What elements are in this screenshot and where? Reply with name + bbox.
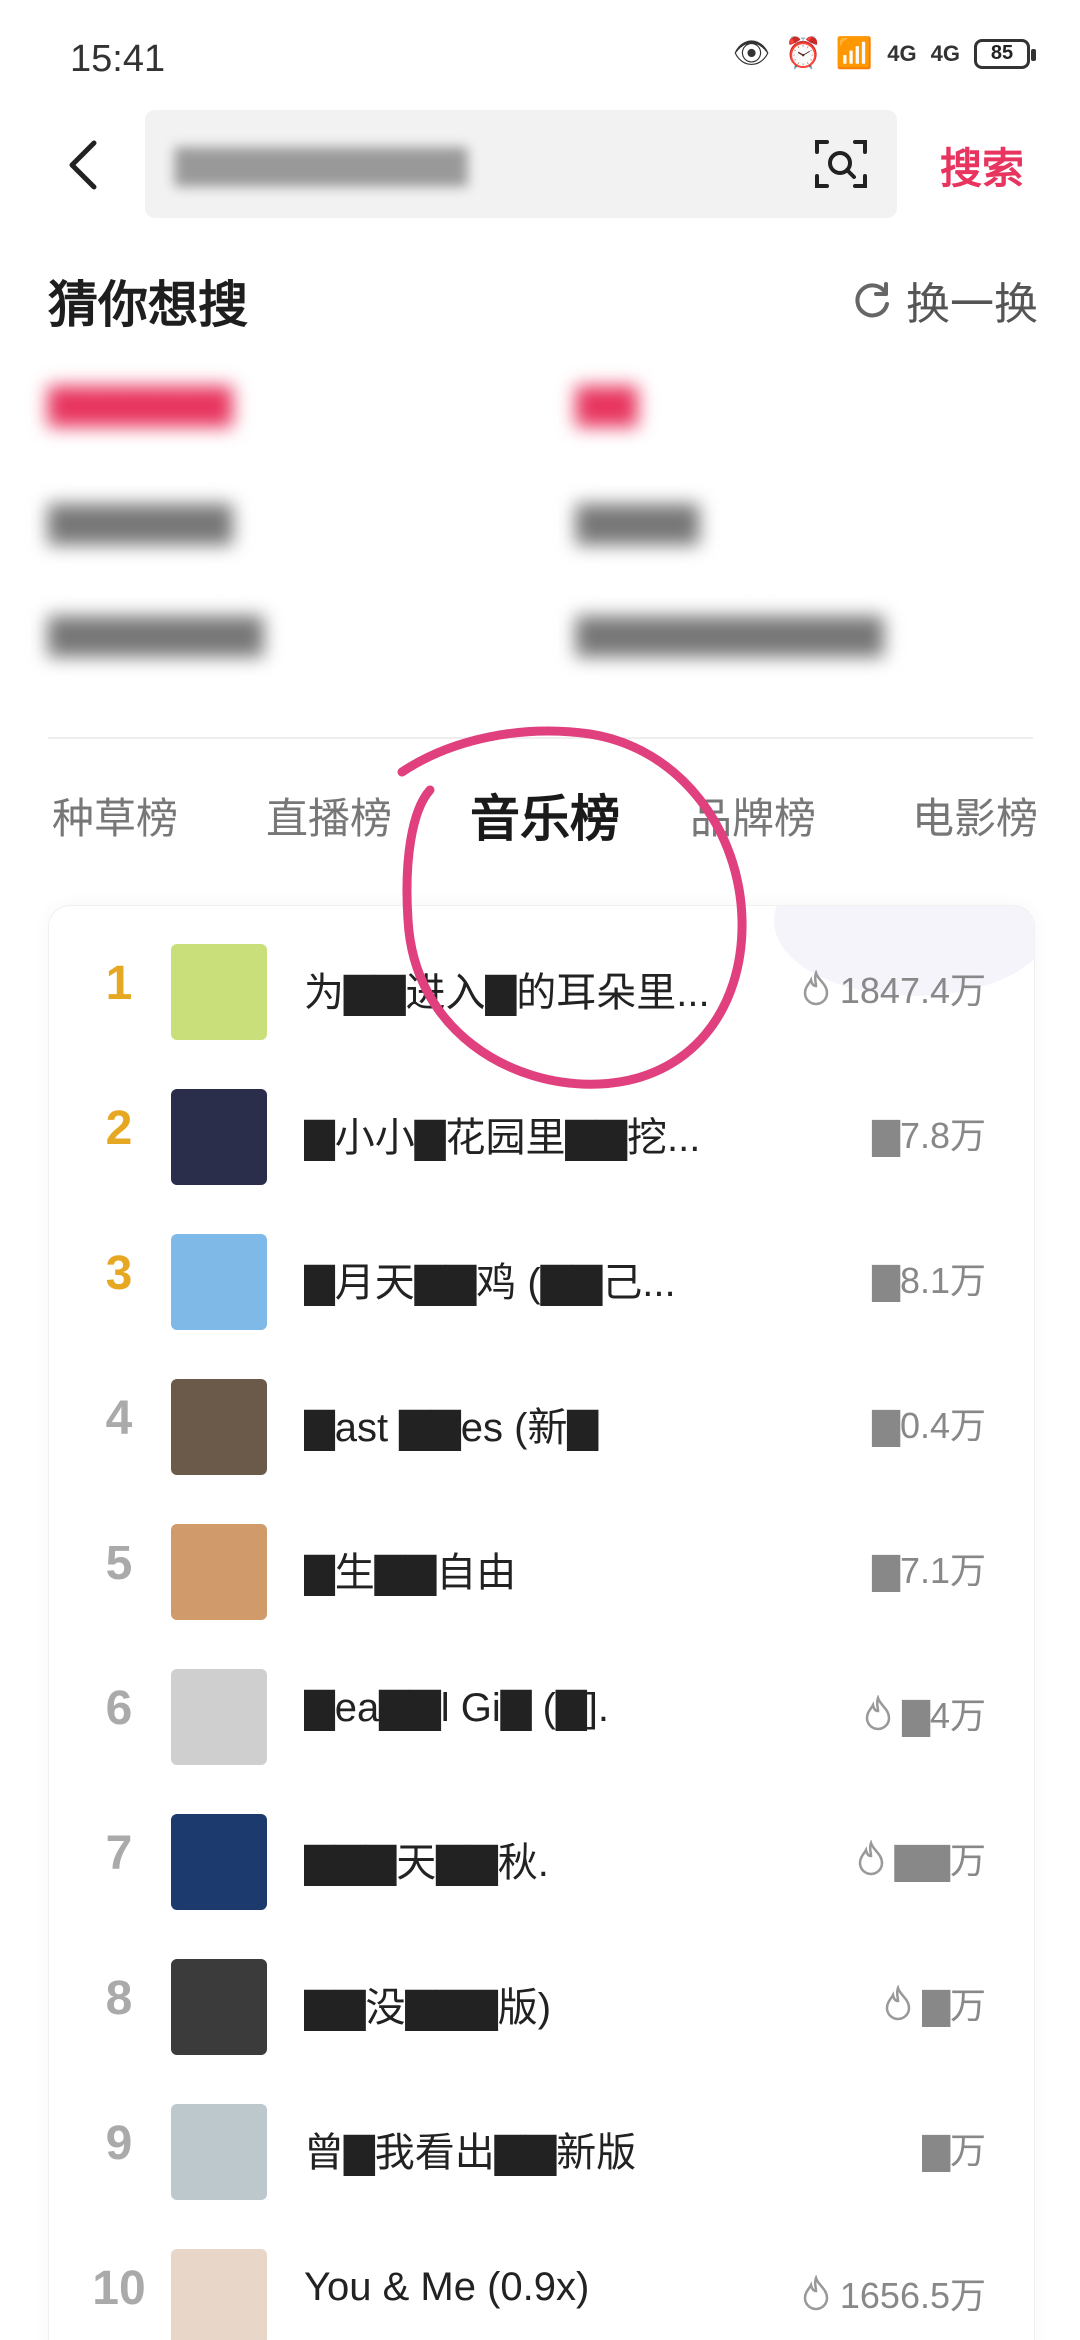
list-item[interactable]: 7 ▇▇▇天▇▇秋. ▇▇万: [49, 1796, 1034, 1941]
album-cover: [171, 1379, 267, 1475]
music-ranking-list: 1 为▇▇进入▇的耳朵里... 1847.4万 2 ▇小小▇花园里▇▇挖... …: [48, 905, 1035, 2340]
song-title: ▇▇没▇▇▇版): [304, 1986, 552, 2030]
alarm-icon: ⏰: [784, 37, 822, 70]
heat-value: ▇万: [922, 2122, 986, 2174]
list-item[interactable]: 10 You & Me (0.9x) 1656.5万: [49, 2231, 1034, 2340]
list-item[interactable]: 1 为▇▇进入▇的耳朵里... 1847.4万: [49, 926, 1034, 1071]
guess-item[interactable]: ▇▇▇▇▇▇: [48, 375, 233, 433]
image-search-icon[interactable]: [813, 136, 869, 192]
fire-icon: [803, 970, 829, 1006]
album-cover: [171, 1234, 267, 1330]
song-title: 为▇▇进入▇的耳朵里...: [304, 971, 710, 1015]
heat-value: ▇万: [882, 1977, 986, 2029]
heat-value: ▇4万: [862, 1687, 986, 1739]
tab-seeding[interactable]: 种草榜: [52, 785, 178, 846]
heat-text: ▇4万: [902, 1695, 986, 1736]
tab-live[interactable]: 直播榜: [266, 785, 392, 846]
heat-value: 1847.4万: [800, 962, 986, 1014]
album-cover: [171, 944, 267, 1040]
ranking-tabs: 种草榜 直播榜 音乐榜 品牌榜 电影榜: [0, 785, 1080, 865]
fire-icon: [886, 1985, 911, 2021]
heat-text: ▇▇万: [894, 1840, 986, 1881]
album-cover: [171, 1089, 267, 1185]
battery-icon: 85: [974, 38, 1036, 69]
heat-value: ▇8.1万: [872, 1252, 986, 1304]
refresh-icon: [855, 282, 889, 318]
heat-text: ▇0.4万: [872, 1405, 986, 1446]
song-title: ▇月天▇▇鸡 (▇▇己...: [304, 1261, 676, 1305]
song-title: ▇▇▇天▇▇秋.: [304, 1841, 549, 1885]
search-input[interactable]: ▇▇▇▇▇▇▇▇▇▇: [145, 110, 897, 218]
list-item[interactable]: 8 ▇▇没▇▇▇版) ▇万: [49, 1941, 1034, 2086]
song-title: You & Me (0.9x): [304, 2265, 590, 2309]
signal-icon-2: 4G: [930, 40, 960, 66]
eye-icon: 👁: [732, 37, 771, 70]
search-query-text: ▇▇▇▇▇▇▇▇▇▇: [175, 144, 468, 186]
refresh-label: 换一换: [906, 280, 1038, 329]
list-item[interactable]: 9 曾▇我看出▇▇新版 ▇万: [49, 2086, 1034, 2231]
heat-value: ▇▇万: [855, 1832, 986, 1884]
rank-number: 4: [105, 1392, 133, 1445]
heat-value: ▇7.8万: [872, 1107, 986, 1159]
album-cover: [171, 1524, 267, 1620]
album-cover: [171, 2104, 267, 2200]
album-cover: [171, 1814, 267, 1910]
heat-value: ▇7.1万: [872, 1542, 986, 1594]
guess-item[interactable]: ▇▇▇▇: [576, 493, 699, 551]
rank-number: 3: [105, 1247, 133, 1300]
album-cover: [171, 2249, 267, 2340]
album-cover: [171, 1959, 267, 2055]
song-title: ▇ea▇▇l Gi▇ (▇].: [304, 1686, 609, 1730]
rank-number: 2: [105, 1102, 133, 1155]
heat-value: ▇0.4万: [872, 1397, 986, 1449]
heat-text: ▇7.1万: [872, 1550, 986, 1591]
song-title: ▇ast ▇▇es (新▇: [304, 1406, 599, 1450]
album-cover: [171, 1669, 267, 1765]
refresh-button[interactable]: 换一换: [850, 268, 1038, 332]
rank-number: 10: [92, 2262, 146, 2315]
guess-item[interactable]: ▇▇: [576, 375, 638, 433]
guess-section-title: 猜你想搜: [48, 277, 248, 333]
rank-number: 9: [105, 2117, 133, 2170]
rank-number: 8: [105, 1972, 133, 2025]
song-title: ▇小小▇花园里▇▇挖...: [304, 1116, 701, 1160]
list-item[interactable]: 4 ▇ast ▇▇es (新▇ ▇0.4万: [49, 1361, 1034, 1506]
song-title: ▇生▇▇自由: [304, 1551, 517, 1595]
list-item[interactable]: 2 ▇小小▇花园里▇▇挖... ▇7.8万: [49, 1071, 1034, 1216]
rank-number: 1: [105, 957, 133, 1010]
status-time: 15:41: [70, 38, 166, 80]
list-item[interactable]: 3 ▇月天▇▇鸡 (▇▇己... ▇8.1万: [49, 1216, 1034, 1361]
rank-number: 5: [105, 1537, 133, 1590]
list-item[interactable]: 5 ▇生▇▇自由 ▇7.1万: [49, 1506, 1034, 1651]
tab-movie[interactable]: 电影榜: [912, 785, 1038, 846]
rank-number: 7: [105, 1827, 133, 1880]
tab-brand[interactable]: 品牌榜: [690, 785, 816, 846]
search-button[interactable]: 搜索: [940, 135, 1024, 196]
heat-text: 1847.4万: [839, 970, 986, 1011]
rank-number: 6: [105, 1682, 133, 1735]
guess-item[interactable]: ▇▇▇▇▇▇: [48, 493, 233, 551]
fire-icon: [866, 1695, 891, 1731]
guess-item[interactable]: ▇▇▇▇▇▇▇: [48, 605, 263, 663]
heat-text: ▇万: [922, 1985, 986, 2026]
heat-text: 1656.5万: [839, 2275, 986, 2316]
battery-level: 85: [990, 42, 1014, 64]
tab-music[interactable]: 音乐榜: [470, 779, 620, 851]
status-icons: 👁 ⏰ 📶 4G 4G 85: [732, 36, 1036, 71]
song-title: 曾▇我看出▇▇新版: [304, 2131, 637, 2175]
fire-icon: [803, 2275, 829, 2311]
list-item[interactable]: 6 ▇ea▇▇l Gi▇ (▇]. ▇4万: [49, 1651, 1034, 1796]
status-bar: 15:41 👁 ⏰ 📶 4G 4G 85: [0, 0, 1080, 110]
divider: [48, 737, 1033, 739]
heat-text: ▇7.8万: [872, 1115, 986, 1156]
heat-text: ▇8.1万: [872, 1260, 986, 1301]
wifi-icon: 📶: [835, 37, 874, 70]
signal-icon: 4G: [887, 40, 917, 66]
back-arrow-icon[interactable]: [56, 135, 116, 195]
search-page: 15:41 👁 ⏰ 📶 4G 4G 85 ▇▇▇▇▇▇▇▇▇▇ 搜索 猜你想搜 …: [0, 0, 1080, 2340]
guess-item[interactable]: ▇▇▇▇▇▇▇▇▇▇: [576, 605, 884, 663]
heat-value: 1656.5万: [800, 2267, 986, 2319]
fire-icon: [858, 1840, 883, 1876]
heat-text: ▇万: [922, 2130, 986, 2171]
